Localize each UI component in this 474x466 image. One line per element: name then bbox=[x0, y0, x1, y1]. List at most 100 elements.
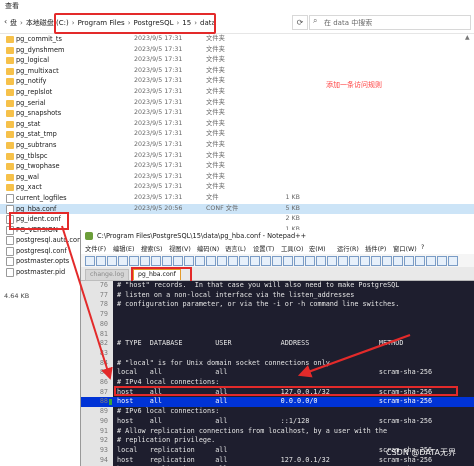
refresh-icon[interactable]: ⟳ bbox=[292, 15, 308, 30]
toolbar-button-icon[interactable] bbox=[228, 256, 238, 266]
file-row[interactable]: pg_xact 2023/9/5 17:31 文件夹 bbox=[0, 182, 474, 193]
code-line[interactable]: 82 # TYPE DATABASE USER ADDRESS METHOD bbox=[81, 339, 474, 349]
file-row[interactable]: pg_stat_tmp 2023/9/5 17:31 文件夹 bbox=[0, 129, 474, 140]
code-line[interactable]: 76 # "host" records. In that case you wil… bbox=[81, 281, 474, 291]
file-row[interactable]: pg_dynshmem 2023/9/5 17:31 文件夹 bbox=[0, 45, 474, 56]
toolbar-button-icon[interactable] bbox=[151, 256, 161, 266]
toolbar-button-icon[interactable] bbox=[140, 256, 150, 266]
toolbar-button-icon[interactable] bbox=[294, 256, 304, 266]
folder-icon bbox=[6, 120, 14, 128]
code-line[interactable]: 84 # "local" is for Unix domain socket co… bbox=[81, 359, 474, 369]
npp-menu-item[interactable]: 插件(P) bbox=[365, 244, 386, 253]
file-row[interactable]: pg_twophase 2023/9/5 17:31 文件夹 bbox=[0, 161, 474, 172]
highlight-rule-box bbox=[114, 386, 458, 396]
file-row[interactable]: pg_replslot 2023/9/5 17:31 文件夹 bbox=[0, 87, 474, 98]
file-row[interactable]: pg_logical 2023/9/5 17:31 文件夹 bbox=[0, 55, 474, 66]
file-row[interactable]: pg_wal 2023/9/5 17:31 文件夹 bbox=[0, 172, 474, 183]
code-editor[interactable]: 76 # "host" records. In that case you wil… bbox=[81, 281, 474, 466]
toolbar-button-icon[interactable] bbox=[85, 256, 95, 266]
toolbar-button-icon[interactable] bbox=[338, 256, 348, 266]
toolbar-button-icon[interactable] bbox=[173, 256, 183, 266]
explorer-scrollbar[interactable]: ▲ bbox=[464, 34, 472, 224]
code-line[interactable]: 90 host all all ::1/128 scram-sha-256 bbox=[81, 417, 474, 427]
code-line[interactable]: 81 bbox=[81, 330, 474, 340]
file-row[interactable]: pg_serial 2023/9/5 17:31 文件夹 bbox=[0, 98, 474, 109]
toolbar-button-icon[interactable] bbox=[129, 256, 139, 266]
code-line[interactable]: 89 # IPv6 local connections: bbox=[81, 407, 474, 417]
npp-menu-item[interactable]: 搜索(S) bbox=[141, 244, 163, 253]
npp-menu-item[interactable]: ? bbox=[421, 244, 424, 251]
code-line[interactable]: 83 bbox=[81, 349, 474, 359]
tab-change-log[interactable]: change.log bbox=[85, 269, 130, 281]
code-line[interactable]: 80 bbox=[81, 320, 474, 330]
annotation-text: 添加一条访问规则 bbox=[326, 81, 382, 89]
toolbar-button-icon[interactable] bbox=[371, 256, 381, 266]
toolbar-button-icon[interactable] bbox=[272, 256, 282, 266]
npp-menu-item[interactable]: 宏(M) bbox=[309, 244, 326, 253]
code-line[interactable]: 85 local all all scram-sha-256 bbox=[81, 368, 474, 378]
toolbar-button-icon[interactable] bbox=[305, 256, 315, 266]
npp-menu-item[interactable]: 设置(T) bbox=[253, 244, 274, 253]
toolbar-button-icon[interactable] bbox=[96, 256, 106, 266]
code-line[interactable]: 91 # Allow replication connections from l… bbox=[81, 427, 474, 437]
code-line[interactable]: 79 bbox=[81, 310, 474, 320]
folder-icon bbox=[6, 36, 14, 43]
file-row[interactable]: pg_notify 2023/9/5 17:31 文件夹 bbox=[0, 76, 474, 87]
code-line[interactable]: 92 # replication privilege. bbox=[81, 436, 474, 446]
npp-menu-item[interactable]: 语言(L) bbox=[225, 244, 246, 253]
npp-menu-item[interactable]: 窗口(W) bbox=[393, 244, 417, 253]
toolbar-button-icon[interactable] bbox=[239, 256, 249, 266]
file-row[interactable]: current_logfiles 2023/9/5 17:31 文件 1 KB bbox=[0, 193, 474, 204]
toolbar-button-icon[interactable] bbox=[184, 256, 194, 266]
code-line[interactable]: 88 host all all 0.0.0.0/0 scram-sha-256 bbox=[81, 397, 474, 408]
file-row[interactable]: pg_multixact 2023/9/5 17:31 文件夹 bbox=[0, 66, 474, 77]
toolbar-button-icon[interactable] bbox=[206, 256, 216, 266]
toolbar-button-icon[interactable] bbox=[261, 256, 271, 266]
file-row[interactable]: pg_subtrans 2023/9/5 17:31 文件夹 bbox=[0, 140, 474, 151]
toolbar-button-icon[interactable] bbox=[162, 256, 172, 266]
menu-view[interactable]: 查看 bbox=[5, 1, 19, 11]
toolbar-button-icon[interactable] bbox=[404, 256, 414, 266]
code-line[interactable]: 78 # configuration parameter, or via the … bbox=[81, 300, 474, 310]
breadcrumb-separator-icon: › bbox=[20, 18, 23, 27]
npp-menu-item[interactable]: 文件(F) bbox=[85, 244, 106, 253]
file-size: 2 KB bbox=[285, 215, 300, 223]
toolbar-button-icon[interactable] bbox=[107, 256, 117, 266]
code-text: # "host" records. In that case you will … bbox=[117, 281, 400, 289]
toolbar-button-icon[interactable] bbox=[349, 256, 359, 266]
file-row[interactable]: pg_ident.conf 2 KB bbox=[0, 214, 474, 225]
file-row[interactable]: pg_tblspc 2023/9/5 17:31 文件夹 bbox=[0, 151, 474, 162]
code-line[interactable]: 77 # listen on a non-local interface via … bbox=[81, 291, 474, 301]
file-row[interactable]: pg_hba.conf 2023/9/5 20:56 CONF 文件 5 KB bbox=[0, 203, 474, 215]
file-row[interactable]: pg_stat 2023/9/5 17:31 文件夹 bbox=[0, 119, 474, 130]
chevron-left-icon[interactable]: ‹ bbox=[4, 17, 7, 26]
toolbar-button-icon[interactable] bbox=[415, 256, 425, 266]
toolbar-button-icon[interactable] bbox=[437, 256, 447, 266]
toolbar-button-icon[interactable] bbox=[250, 256, 260, 266]
file-row[interactable]: pg_snapshots 2023/9/5 17:31 文件夹 bbox=[0, 108, 474, 119]
file-row[interactable]: pg_commit_ts 2023/9/5 17:31 文件夹 bbox=[0, 34, 474, 45]
file-name: pg_subtrans bbox=[16, 140, 57, 149]
npp-menu-item[interactable]: 编码(N) bbox=[197, 244, 219, 253]
address-bar: ‹ 盘 › 本地磁盘 (C:) › Program Files › PostgreSQL › 1… bbox=[0, 11, 474, 34]
npp-menu-item[interactable]: 工具(O) bbox=[281, 244, 303, 253]
toolbar-button-icon[interactable] bbox=[448, 256, 458, 266]
toolbar-button-icon[interactable] bbox=[195, 256, 205, 266]
npp-menu-item[interactable]: 编辑(E) bbox=[113, 244, 135, 253]
toolbar-button-icon[interactable] bbox=[393, 256, 403, 266]
toolbar-button-icon[interactable] bbox=[283, 256, 293, 266]
scroll-up-icon[interactable]: ▲ bbox=[465, 34, 470, 41]
file-name: pg_stat bbox=[16, 119, 41, 128]
toolbar-button-icon[interactable] bbox=[327, 256, 337, 266]
npp-menu-item[interactable]: 运行(R) bbox=[337, 244, 359, 253]
toolbar-button-icon[interactable] bbox=[118, 256, 128, 266]
toolbar-button-icon[interactable] bbox=[316, 256, 326, 266]
toolbar-button-icon[interactable] bbox=[217, 256, 227, 266]
code-text: # IPv6 local connections: bbox=[117, 407, 220, 416]
breadcrumb-item[interactable]: 盘 bbox=[10, 18, 17, 28]
toolbar-button-icon[interactable] bbox=[360, 256, 370, 266]
search-input[interactable]: ⌕ 在 data 中搜索 bbox=[309, 15, 471, 30]
toolbar-button-icon[interactable] bbox=[382, 256, 392, 266]
npp-menu-item[interactable]: 视图(V) bbox=[169, 244, 191, 253]
toolbar-button-icon[interactable] bbox=[426, 256, 436, 266]
